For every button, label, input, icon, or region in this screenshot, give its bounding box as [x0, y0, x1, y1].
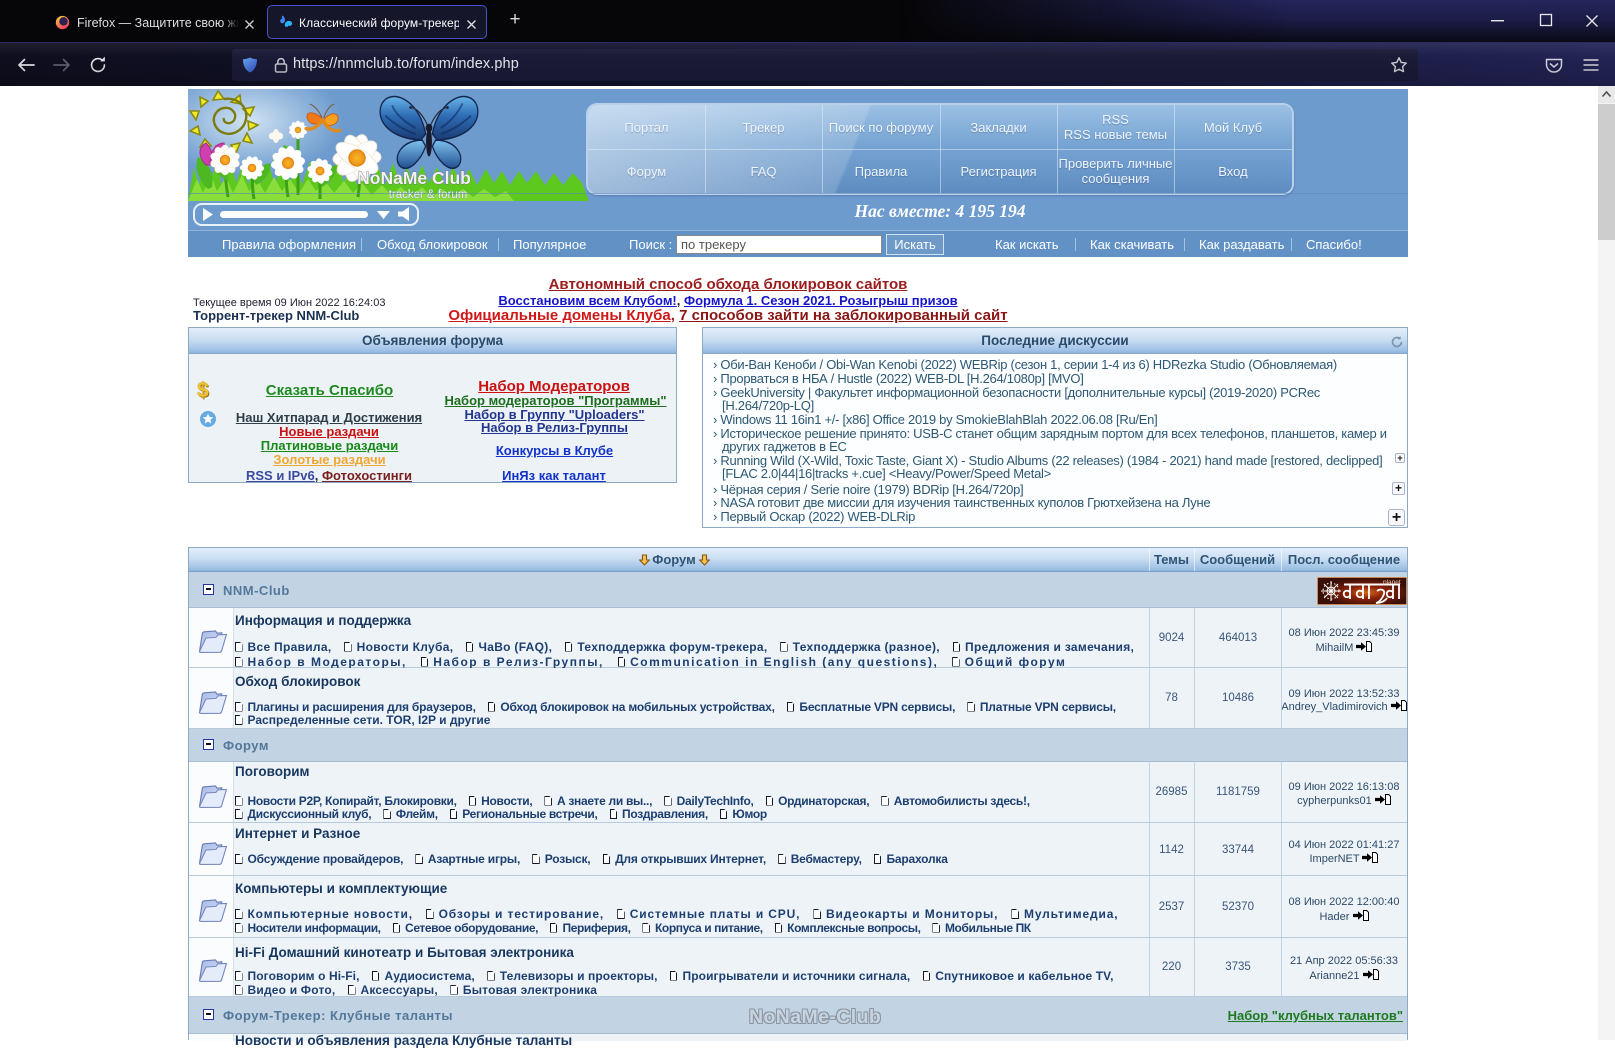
svg-text:tracker & forum: tracker & forum	[389, 189, 468, 201]
svg-text:planet: planet	[1383, 579, 1401, 586]
svg-text:NoNaMe Club: NoNaMe Club	[357, 168, 471, 188]
